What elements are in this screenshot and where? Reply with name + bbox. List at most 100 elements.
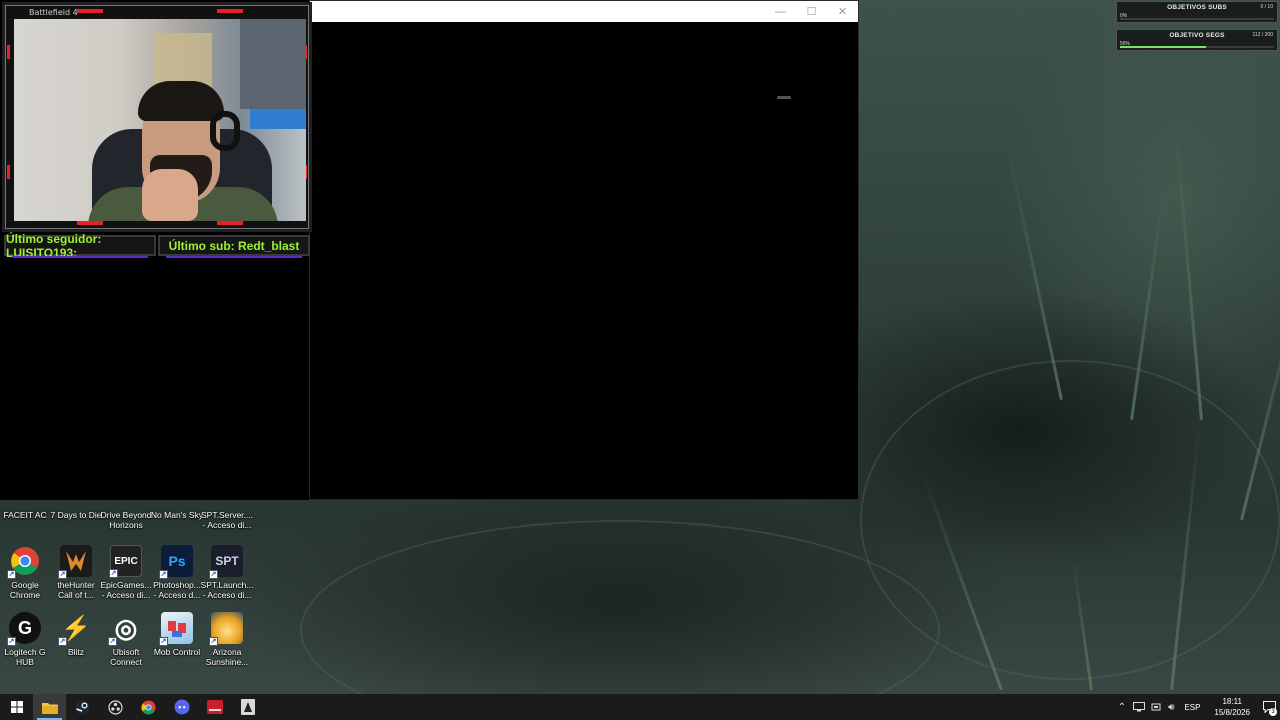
game-cursor-indicator [777,96,791,99]
desktop-icon-label: Mob Control [153,647,201,657]
desktop-icon-arizona-sunshine[interactable]: ↗ Arizona Sunshine... [201,612,253,667]
usb-device-icon[interactable] [1151,702,1161,712]
taskbar-streamer-app[interactable] [198,694,231,720]
taskbar-steam[interactable] [66,694,99,720]
epic-glyph: EPIC [114,555,138,567]
chevron-up-icon[interactable]: ⌃ [1118,702,1126,713]
desktop-icon-7-days-to-die[interactable]: 7 Days to Die [48,510,104,520]
steam-icon [75,700,90,714]
game-window[interactable]: — ☐ ✕ [309,0,859,500]
windows-icon [10,701,23,713]
taskbar: ⌃ 🔊︎ ESP 18:11 15/8/2026 3 [0,694,1280,720]
desktop-icon-label: Photoshop... - Acceso d... [153,580,201,600]
wallpaper-tire [860,360,1280,680]
folder-icon [41,702,58,714]
latest-follower-label: Último seguidor: LUISITO193: [4,232,156,260]
goal-title: OBJETIVOS SUBS [1167,4,1227,11]
goal-count: 0 / 10 [1260,4,1273,10]
desktop-icon-google-chrome[interactable]: ↗ Google Chrome [0,545,51,600]
latest-follower-text: Último seguidor: LUISITO193: [6,231,102,260]
minimize-icon: — [775,5,786,18]
notification-count: 3 [1269,708,1277,716]
frame-accent [77,9,103,13]
goal-progress-fill [1120,46,1207,48]
desktop-icon-blitz[interactable]: ⚡ ↗ Blitz [50,612,102,657]
close-button[interactable]: ✕ [827,1,858,22]
wallpaper-tire [300,520,940,720]
blitz-icon: ⚡ ↗ [58,614,91,646]
obs-icon [108,699,123,715]
desktop-icon-label: Blitz [67,647,85,657]
desktop-icon-epic-games[interactable]: EPIC ↗ EpicGames... - Acceso di... [100,545,152,600]
volume-icon[interactable]: 🔊︎ [1168,702,1174,713]
desktop-icon-spt-server[interactable]: SPT.Server.... - Acceso di... [199,510,255,530]
maximize-button[interactable]: ☐ [796,1,827,22]
headphones [210,111,240,151]
mob-control-icon: ↗ [159,612,193,646]
streamer-app-icon [206,700,223,714]
photoshop-glyph: Ps [168,553,186,569]
goal-progress-track [1120,46,1274,48]
desktop-icon-mob-control[interactable]: ↗ Mob Control [151,612,203,657]
logitech-icon: G ↗ [7,612,41,646]
battlefield-icon [240,699,255,715]
desktop-icon-photoshop[interactable]: Ps ↗ Photoshop... - Acceso d... [151,545,203,600]
background-monitor [240,19,306,109]
ubisoft-glyph: ◎ [114,612,138,643]
clock[interactable]: 18:11 15/8/2026 [1214,696,1250,718]
desktop-icon-label: Ubisoft Connect [110,647,142,667]
desktop-icon-no-mans-sky[interactable]: No Man's Sky [149,510,205,520]
person-hands [142,169,198,221]
spt-glyph: SPT [215,554,239,568]
network-icon[interactable] [1133,702,1146,712]
taskbar-chrome[interactable] [132,694,165,720]
desktop-icon-label: EpicGames... - Acceso di... [100,580,152,600]
logitech-glyph: G [17,617,32,638]
ubisoft-icon: ◎ ↗ [108,612,138,646]
goal-segs-widget: OBJETIVO SEGS 112 / 200 56% [1116,29,1278,51]
minimize-button[interactable]: — [765,1,796,22]
latest-sub-text: Último sub: Redt_blast [168,238,300,253]
desktop-icon-label: SPT.Launch... - Acceso di... [200,580,254,600]
goal-progress-track [1120,18,1274,20]
clock-date: 15/8/2026 [1214,708,1250,717]
webcam-overlay: Battlefield 4 [2,2,312,232]
spt-icon: SPT ↗ [209,545,243,579]
wallpaper-grass [1173,121,1203,421]
webcam-video [14,19,306,221]
taskbar-obs[interactable] [99,694,132,720]
arizona-sunshine-icon: ↗ [209,612,243,646]
desktop-icon-faceit[interactable]: FACEIT AC [0,510,53,520]
desktop-icon-label: Arizona Sunshine... [205,647,249,667]
desktop-icon-drive-beyond-horizons[interactable]: Drive Beyond Horizons [98,510,154,530]
frame-accent [217,221,243,225]
goal-subs-widget: OBJETIVOS SUBS 0 / 10 0% [1116,1,1278,23]
desktop-icon-label: theHunter Call of t... [57,580,95,600]
taskbar-discord[interactable] [165,694,198,720]
taskbar-battlefield[interactable] [231,694,264,720]
desktop-icon-logitech-ghub[interactable]: G ↗ Logitech G HUB [0,612,51,667]
notification-center-button[interactable]: 3 [1258,694,1280,720]
background-blue-box [250,109,306,129]
close-icon: ✕ [837,6,848,18]
maximize-icon: ☐ [806,6,817,18]
desktop-icon-label: Logitech G HUB [4,647,46,667]
frame-accent [217,9,243,13]
taskbar-file-explorer[interactable] [33,694,66,720]
latest-sub-label: Último sub: Redt_blast [158,235,310,258]
system-tray: ⌃ 🔊︎ ESP 18:11 15/8/2026 3 [1114,694,1280,720]
language-indicator[interactable]: ESP [1184,703,1200,712]
frame-accent [7,45,10,59]
thehunter-icon: ↗ [58,545,92,579]
discord-icon [174,699,189,715]
clock-time: 18:11 [1222,697,1242,706]
chrome-icon: ↗ [7,545,41,579]
window-titlebar[interactable]: — ☐ ✕ [310,1,858,22]
desktop-icon-thehunter[interactable]: ↗ theHunter Call of t... [50,545,102,600]
desktop-icon-spt-launcher[interactable]: SPT ↗ SPT.Launch... - Acceso di... [201,545,253,600]
desktop-icon-ubisoft-connect[interactable]: ◎ ↗ Ubisoft Connect [100,612,152,667]
goal-count: 112 / 200 [1252,32,1273,38]
chrome-icon [141,700,156,714]
start-button[interactable] [0,694,33,720]
frame-accent [77,221,103,225]
